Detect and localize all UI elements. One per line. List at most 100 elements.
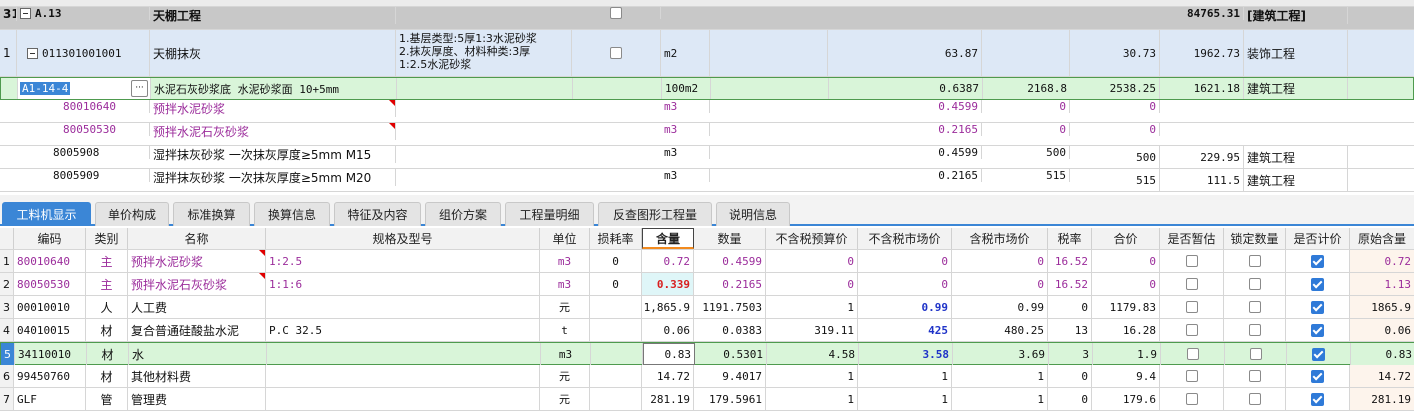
cell-lock-qty[interactable]	[1224, 365, 1286, 387]
row-c1: 0	[982, 123, 1070, 136]
header-content-active[interactable]: 含量	[642, 228, 694, 249]
cell-budget-price: 1	[766, 365, 858, 387]
tab-quantity-detail[interactable]: 工程量明细	[505, 202, 594, 226]
table-row-child[interactable]: 80050530 预拌水泥石灰砂浆 m3 0.2165 0 0	[0, 123, 1414, 146]
cell-is-priced[interactable]	[1286, 319, 1350, 341]
cell-lock-qty[interactable]	[1224, 296, 1286, 318]
collapse-icon[interactable]	[27, 47, 38, 59]
cell-lock-qty[interactable]	[1225, 343, 1287, 365]
row-checkbox[interactable]	[610, 47, 622, 59]
table-row[interactable]: 1 80010640 主预拌水泥砂浆 1:2.5 m3 0 0.72 0.4599 0 0 0 16.…	[0, 250, 1414, 273]
cell-budget-price: 4.58	[767, 343, 859, 365]
cell-is-priced[interactable]	[1286, 365, 1350, 387]
cell-tax-rate: 3	[1049, 343, 1093, 365]
table-row-child[interactable]: 80010640 预拌水泥砂浆 m3 0.4599 0 0	[0, 100, 1414, 123]
tab-notes[interactable]: 说明信息	[716, 202, 790, 226]
checkbox-unchecked[interactable]	[1248, 255, 1261, 267]
cell-lock-qty[interactable]	[1224, 319, 1286, 341]
row-type: [建筑工程]	[1244, 7, 1348, 24]
table-row[interactable]: 4 04010015 材复合普通硅酸盐水泥 P.C 32.5 t 0.06 0.0383 31…	[0, 319, 1414, 342]
table-row[interactable]: 6 99450760 材其他材料费元 14.72 9.4017 1 1 1 0 9.4 14.72	[0, 365, 1414, 388]
checkbox-checked[interactable]	[1311, 369, 1324, 383]
table-row-section[interactable]: 31 A.13 天棚工程 84765.31 [建筑工程]	[0, 7, 1414, 30]
checkbox-checked[interactable]	[1311, 277, 1324, 291]
checkbox-checked[interactable]	[1311, 323, 1324, 337]
checkbox-unchecked[interactable]	[1185, 278, 1198, 290]
cell-is-priced[interactable]	[1286, 250, 1350, 272]
cell-is-priced[interactable]	[1286, 296, 1350, 318]
cell-lock-qty[interactable]	[1224, 273, 1286, 295]
row-number: 4	[0, 319, 14, 341]
checkbox-unchecked[interactable]	[1185, 324, 1198, 336]
cell-code: 80050530	[14, 273, 86, 295]
checkbox-checked[interactable]	[1311, 392, 1324, 406]
row-name: 预拌水泥砂浆	[150, 100, 396, 117]
row-checkbox[interactable]	[610, 7, 622, 19]
row-name: 天棚工程	[150, 7, 396, 24]
checkbox-unchecked[interactable]	[1185, 301, 1198, 313]
cell-budget-price: 319.11	[766, 319, 858, 341]
row-name: 湿拌抹灰砂浆 一次抹灰厚度≥5mm M15	[150, 146, 396, 163]
checkbox-unchecked[interactable]	[1248, 393, 1261, 405]
cell-total: 0	[1092, 250, 1160, 272]
row-qty: 0.4599	[828, 100, 982, 113]
checkbox-checked[interactable]	[1311, 300, 1324, 314]
cell-is-estimate[interactable]	[1160, 250, 1224, 272]
table-row[interactable]: 5 34110010 材水 m3 0.83 0.5301 4.58 3.58 3.69 3 1.9 0…	[0, 342, 1414, 365]
cell-unit: 元	[540, 365, 590, 387]
tab-standard-conversion[interactable]: 标准换算	[173, 202, 250, 226]
cell-is-estimate[interactable]	[1160, 388, 1224, 410]
tab-graphic-quantity[interactable]: 反查图形工程量	[598, 202, 712, 226]
cell-lock-qty[interactable]	[1224, 250, 1286, 272]
cell-loss-rate: 0	[590, 250, 642, 272]
cell-is-estimate[interactable]	[1160, 319, 1224, 341]
cell-is-estimate[interactable]	[1160, 296, 1224, 318]
row-code[interactable]: A1-14-4	[20, 82, 71, 95]
tab-features[interactable]: 特征及内容	[334, 202, 421, 226]
cell-spec	[267, 343, 541, 365]
tab-unit-price[interactable]: 单价构成	[95, 202, 169, 226]
cell-total: 0	[1092, 273, 1160, 295]
checkbox-unchecked[interactable]	[1248, 278, 1261, 290]
table-row[interactable]: 7 GLF 管管理费元 281.19 179.5961 1 1 1 0 179.6 281.19	[0, 388, 1414, 411]
table-row[interactable]: 2 80050530 主预拌水泥石灰砂浆 1:1:6 m3 0 0.339 0.2165 0 0 0…	[0, 273, 1414, 296]
checkbox-unchecked[interactable]	[1186, 348, 1199, 360]
cell-taxed-price: 0	[952, 250, 1048, 272]
tab-pricing-scheme[interactable]: 组价方案	[425, 202, 501, 226]
checkbox-unchecked[interactable]	[1249, 348, 1262, 360]
checkbox-checked[interactable]	[1312, 347, 1325, 361]
cell-tax-rate: 0	[1048, 388, 1092, 410]
checkbox-unchecked[interactable]	[1248, 301, 1261, 313]
cell-spec	[266, 296, 540, 318]
table-row-child[interactable]: 8005909 湿拌抹灰砂浆 一次抹灰厚度≥5mm M20 m3 0.2165 …	[0, 169, 1414, 192]
cell-unit: 元	[540, 296, 590, 318]
table-row-child[interactable]: 8005908 湿拌抹灰砂浆 一次抹灰厚度≥5mm M15 m3 0.4599 …	[0, 146, 1414, 169]
cell-category: 主	[86, 250, 128, 272]
cell-is-estimate[interactable]	[1160, 365, 1224, 387]
row-c2: 0	[1070, 100, 1160, 113]
row-number: 6	[0, 365, 14, 387]
more-button[interactable]: ···	[131, 80, 148, 97]
table-row[interactable]: 3 00010010 人人工费元 1,865.9 1191.7503 1 0.99 0.99 0…	[0, 296, 1414, 319]
row-qty: 63.87	[828, 30, 982, 76]
row-index: 31	[0, 7, 17, 21]
table-row-selected[interactable]: A1-14-4 ··· 水泥石灰砂浆底 水泥砂浆面 10+5mm 100m2 0…	[0, 77, 1414, 100]
table-row-item[interactable]: 1 011301001001 天棚抹灰 1.基层类型:5厚1:3水泥砂浆 2.抹…	[0, 30, 1414, 77]
checkbox-unchecked[interactable]	[1185, 255, 1198, 267]
checkbox-unchecked[interactable]	[1185, 370, 1198, 382]
cell-lock-qty[interactable]	[1224, 388, 1286, 410]
cell-is-priced[interactable]	[1286, 273, 1350, 295]
collapse-icon[interactable]	[20, 8, 31, 19]
tab-material[interactable]: 工料机显示	[2, 202, 91, 226]
cell-is-estimate[interactable]	[1160, 273, 1224, 295]
cell-is-priced[interactable]	[1287, 343, 1351, 365]
checkbox-unchecked[interactable]	[1248, 324, 1261, 336]
cell-is-priced[interactable]	[1286, 388, 1350, 410]
checkbox-checked[interactable]	[1311, 254, 1324, 268]
checkbox-unchecked[interactable]	[1248, 370, 1261, 382]
cell-is-estimate[interactable]	[1161, 343, 1225, 365]
tab-conversion-info[interactable]: 换算信息	[254, 202, 330, 226]
checkbox-unchecked[interactable]	[1185, 393, 1198, 405]
row-number: 3	[0, 296, 14, 318]
cell-category: 主	[86, 273, 128, 295]
